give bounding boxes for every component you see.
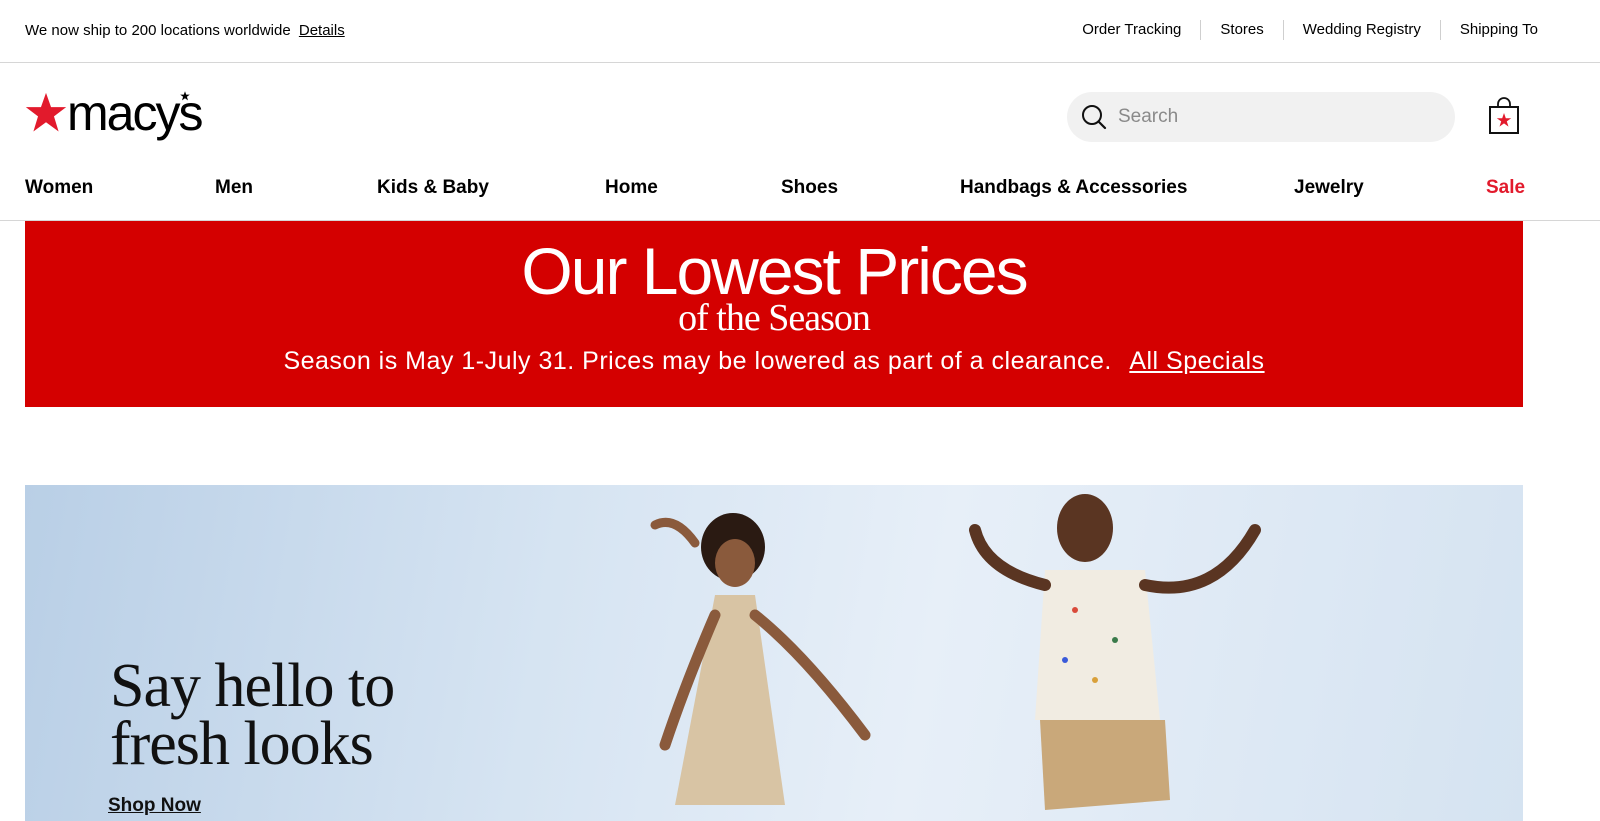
shopping-bag-icon — [1489, 97, 1519, 134]
nav-jewelry[interactable]: Jewelry — [1294, 177, 1364, 199]
hero-heading: Say hello to fresh looks — [110, 652, 395, 778]
stores-link[interactable]: Stores — [1201, 20, 1282, 40]
nav-handbags-accessories[interactable]: Handbags & Accessories — [960, 177, 1187, 199]
wedding-registry-link[interactable]: Wedding Registry — [1284, 20, 1440, 40]
nav-kids-baby[interactable]: Kids & Baby — [377, 177, 489, 199]
shipping-to-link[interactable]: Shipping To — [1441, 20, 1538, 40]
small-star-icon — [180, 91, 190, 101]
red-star-icon — [25, 92, 67, 132]
utility-links: Order Tracking Stores Wedding Registry S… — [1063, 20, 1538, 40]
promo-note-text: Season is May 1-July 31. Prices may be l… — [283, 347, 1112, 375]
nav-shoes[interactable]: Shoes — [781, 177, 838, 199]
shipping-message-text: We now ship to 200 locations worldwide — [25, 22, 291, 39]
shopping-bag-button[interactable] — [1487, 97, 1521, 135]
hero-woman-image — [650, 513, 871, 805]
nav-men[interactable]: Men — [215, 177, 253, 199]
nav-sale[interactable]: Sale — [1486, 177, 1525, 199]
hero-man-image — [969, 494, 1261, 810]
hero-heading-line2: fresh looks — [110, 710, 374, 778]
hero-heading-line1: Say hello to — [110, 652, 395, 720]
promo-note: Season is May 1-July 31. Prices may be l… — [25, 347, 1523, 376]
all-specials-link[interactable]: All Specials — [1129, 347, 1264, 375]
hero-banner[interactable]: Say hello to fresh looks Shop Now — [25, 485, 1523, 821]
search-bar[interactable] — [1067, 92, 1455, 142]
shipping-message: We now ship to 200 locations worldwide D… — [25, 22, 345, 39]
main-navigation: Women Men Kids & Baby Home Shoes Handbag… — [0, 170, 1600, 221]
promo-banner[interactable]: Our Lowest Prices of the Season Season i… — [25, 221, 1523, 407]
promo-subtitle: of the Season — [678, 297, 871, 339]
nav-home[interactable]: Home — [605, 177, 658, 199]
shop-now-link[interactable]: Shop Now — [108, 795, 201, 817]
details-link[interactable]: Details — [299, 22, 345, 39]
utility-bar: We now ship to 200 locations worldwide D… — [0, 0, 1600, 63]
order-tracking-link[interactable]: Order Tracking — [1063, 20, 1200, 40]
search-input[interactable] — [1118, 106, 1428, 128]
search-icon[interactable] — [1080, 103, 1108, 131]
nav-women[interactable]: Women — [25, 177, 93, 199]
macys-logo[interactable]: macys — [25, 85, 205, 144]
